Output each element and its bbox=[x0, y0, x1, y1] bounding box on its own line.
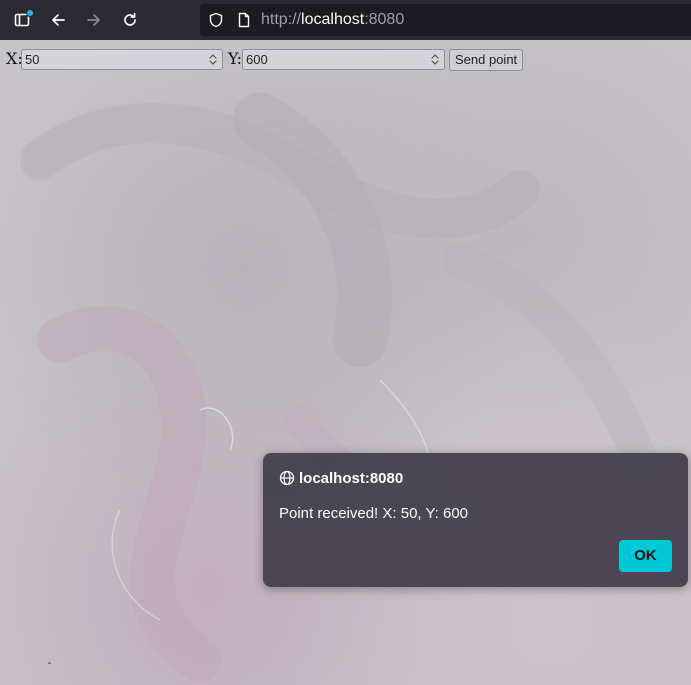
page-viewport: X: 50 Y: 600 Send point ̂ bbox=[0, 40, 691, 685]
x-spinner-icon[interactable] bbox=[208, 52, 218, 67]
back-button[interactable] bbox=[44, 6, 72, 34]
alert-dialog: localhost:8080 Point received! X: 50, Y:… bbox=[263, 453, 688, 587]
url-port: :8080 bbox=[364, 11, 405, 28]
url-protocol: http:// bbox=[261, 11, 302, 28]
dialog-origin: localhost:8080 bbox=[299, 469, 404, 487]
y-label: Y: bbox=[228, 49, 242, 68]
notification-dot bbox=[26, 9, 34, 17]
reload-icon bbox=[124, 12, 136, 26]
url-host: localhost bbox=[301, 11, 365, 28]
reload-button[interactable] bbox=[116, 6, 144, 34]
arrow-left-icon bbox=[52, 14, 65, 26]
url-bar[interactable]: http://localhost:8080 bbox=[200, 4, 691, 36]
globe-icon bbox=[279, 470, 295, 486]
y-input-value: 600 bbox=[246, 52, 268, 67]
send-point-button[interactable]: Send point bbox=[449, 49, 524, 71]
y-input[interactable]: 600 bbox=[242, 49, 445, 70]
url-text[interactable]: http://localhost:8080 bbox=[261, 11, 404, 29]
y-spinner-icon[interactable] bbox=[430, 52, 440, 67]
background-image bbox=[20, 92, 658, 683]
browser-toolbar: http://localhost:8080 bbox=[0, 0, 691, 40]
dialog-message: Point received! X: 50, Y: 600 bbox=[279, 505, 469, 522]
ok-button[interactable]: OK bbox=[619, 540, 672, 572]
arrow-right-icon bbox=[87, 14, 100, 26]
dialog-header: localhost:8080 bbox=[279, 469, 403, 487]
page-icon[interactable] bbox=[236, 12, 252, 28]
x-input[interactable]: 50 bbox=[21, 49, 223, 70]
x-input-value: 50 bbox=[25, 52, 40, 67]
shield-icon[interactable] bbox=[208, 12, 224, 28]
forward-button[interactable] bbox=[80, 6, 108, 34]
